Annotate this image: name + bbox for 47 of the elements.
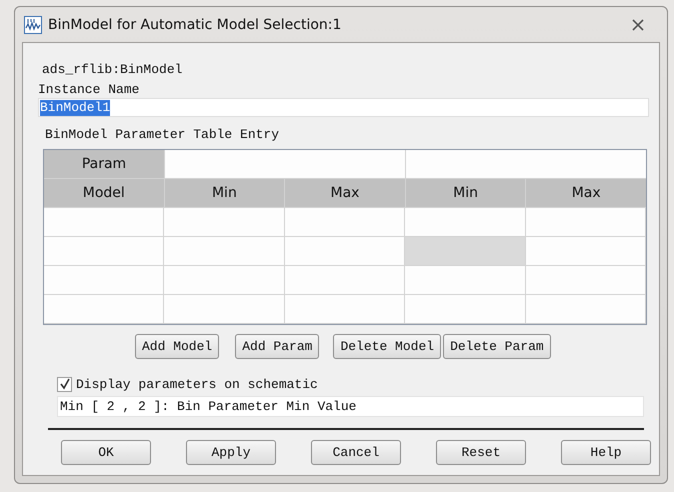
close-icon xyxy=(632,18,644,30)
window-title: BinModel for Automatic Model Selection:1 xyxy=(48,16,342,32)
table-cell[interactable] xyxy=(405,208,526,237)
table-cell[interactable] xyxy=(164,208,285,237)
table-action-button[interactable]: Delete Model xyxy=(333,334,442,359)
table-cell[interactable] xyxy=(284,237,406,266)
table-action-button[interactable]: Delete Param xyxy=(443,334,551,359)
field-label: Instance Name xyxy=(38,81,140,98)
column-header: Max xyxy=(526,179,646,208)
table-cell[interactable] xyxy=(284,208,406,237)
status-field: Min [ 2 , 2 ]: Bin Parameter Min Value xyxy=(57,396,644,417)
column-header: Min xyxy=(406,179,526,208)
table-cell[interactable] xyxy=(164,266,285,295)
table-cell[interactable] xyxy=(526,237,646,266)
checkbox[interactable] xyxy=(57,376,72,392)
column-header: Param xyxy=(44,150,165,179)
dialog-button[interactable]: Reset xyxy=(436,440,526,465)
dialog-button[interactable]: Cancel xyxy=(311,440,401,465)
field-value: BinModel1 xyxy=(40,100,110,116)
dialog-button[interactable]: Help xyxy=(561,440,651,465)
table-cell[interactable] xyxy=(405,266,526,295)
table-cell[interactable] xyxy=(44,208,164,237)
table-cell[interactable] xyxy=(44,237,164,266)
checkbox-label: Display parameters on schematic xyxy=(76,376,318,392)
table-action-button[interactable]: Add Param xyxy=(235,334,320,359)
instance-name-field[interactable]: BinModel1 xyxy=(38,98,649,117)
table-action-button[interactable]: Add Model xyxy=(135,334,220,359)
dialog-button[interactable]: Apply xyxy=(186,440,276,465)
table-cell[interactable] xyxy=(164,295,285,324)
table-cell[interactable] xyxy=(44,266,164,295)
column-header: Max xyxy=(285,179,406,208)
table-cell[interactable] xyxy=(526,208,646,237)
table-cell[interactable] xyxy=(526,266,646,295)
table-cell[interactable] xyxy=(526,295,646,324)
waveform-icon xyxy=(24,16,42,34)
table-cell[interactable] xyxy=(44,295,164,324)
dialog-button[interactable]: OK xyxy=(61,440,151,465)
column-header: Model xyxy=(44,179,165,208)
table-cell[interactable] xyxy=(405,295,526,324)
table-title: BinModel Parameter Table Entry xyxy=(45,126,280,144)
table-cell[interactable] xyxy=(164,237,285,266)
table-cell[interactable] xyxy=(284,266,406,295)
table-cell[interactable] xyxy=(284,295,406,324)
column-header: Min xyxy=(164,179,286,208)
table-cell[interactable] xyxy=(165,150,406,179)
component-name: ads_rflib:BinModel xyxy=(42,61,184,79)
table-cell[interactable] xyxy=(405,237,526,266)
